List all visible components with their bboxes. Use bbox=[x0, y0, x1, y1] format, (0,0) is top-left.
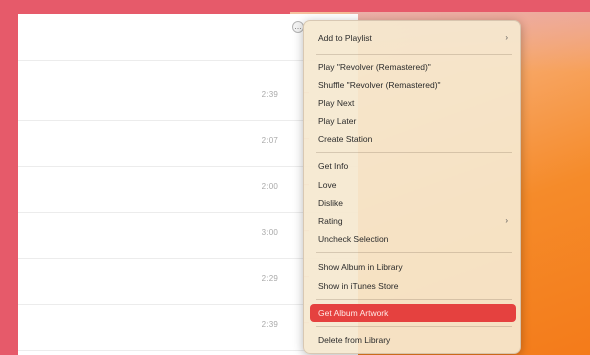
context-menu: Add to Playlist › Play "Revolver (Remast… bbox=[303, 20, 521, 354]
menu-item-get-album-artwork[interactable]: Get Album Artwork bbox=[310, 304, 516, 322]
menu-item-label: Show Album in Library bbox=[318, 262, 403, 272]
menu-item-get-info[interactable]: Get Info bbox=[310, 157, 516, 175]
menu-item-label: Get Album Artwork bbox=[318, 308, 389, 318]
menu-divider bbox=[316, 54, 512, 55]
song-duration: 2:00 bbox=[261, 182, 278, 191]
menu-item-label: Add to Playlist bbox=[318, 33, 372, 43]
menu-item-love[interactable]: Love bbox=[310, 176, 516, 194]
menu-item-label: Shuffle "Revolver (Remastered)" bbox=[318, 80, 441, 90]
menu-item-label: Uncheck Selection bbox=[318, 234, 389, 244]
menu-item-show-in-itunes-store[interactable]: Show in iTunes Store bbox=[310, 277, 516, 295]
menu-item-play-album[interactable]: Play "Revolver (Remastered)" bbox=[310, 58, 516, 76]
menu-item-label: Play "Revolver (Remastered)" bbox=[318, 62, 431, 72]
menu-item-play-next[interactable]: Play Next bbox=[310, 94, 516, 112]
menu-item-label: Get Info bbox=[318, 161, 349, 171]
menu-item-rating[interactable]: Rating › bbox=[310, 212, 516, 230]
menu-item-label: Rating bbox=[318, 216, 343, 226]
song-duration: 3:00 bbox=[261, 228, 278, 237]
menu-item-create-station[interactable]: Create Station bbox=[310, 130, 516, 148]
menu-divider bbox=[316, 252, 512, 253]
menu-item-shuffle-album[interactable]: Shuffle "Revolver (Remastered)" bbox=[310, 76, 516, 94]
menu-item-add-to-playlist[interactable]: Add to Playlist › bbox=[310, 29, 516, 47]
song-duration: 2:39 bbox=[261, 90, 278, 99]
song-duration: 2:29 bbox=[261, 274, 278, 283]
menu-item-delete-from-library[interactable]: Delete from Library bbox=[310, 331, 516, 349]
menu-item-label: Love bbox=[318, 180, 337, 190]
song-duration: 2:07 bbox=[261, 136, 278, 145]
menu-divider bbox=[316, 152, 512, 153]
menu-item-uncheck-selection[interactable]: Uncheck Selection bbox=[310, 230, 516, 248]
menu-item-label: Delete from Library bbox=[318, 335, 391, 345]
menu-item-dislike[interactable]: Dislike bbox=[310, 194, 516, 212]
menu-item-label: Dislike bbox=[318, 198, 344, 208]
menu-item-play-later[interactable]: Play Later bbox=[310, 112, 516, 130]
menu-divider bbox=[316, 326, 512, 327]
chevron-right-icon: › bbox=[505, 216, 508, 225]
menu-item-label: Create Station bbox=[318, 134, 373, 144]
menu-item-label: Play Next bbox=[318, 98, 355, 108]
menu-item-label: Play Later bbox=[318, 116, 357, 126]
chevron-right-icon: › bbox=[505, 33, 508, 42]
menu-item-show-album-in-library[interactable]: Show Album in Library bbox=[310, 258, 516, 276]
song-duration: 2:39 bbox=[261, 320, 278, 329]
menu-divider bbox=[316, 299, 512, 300]
menu-item-label: Show in iTunes Store bbox=[318, 281, 399, 291]
